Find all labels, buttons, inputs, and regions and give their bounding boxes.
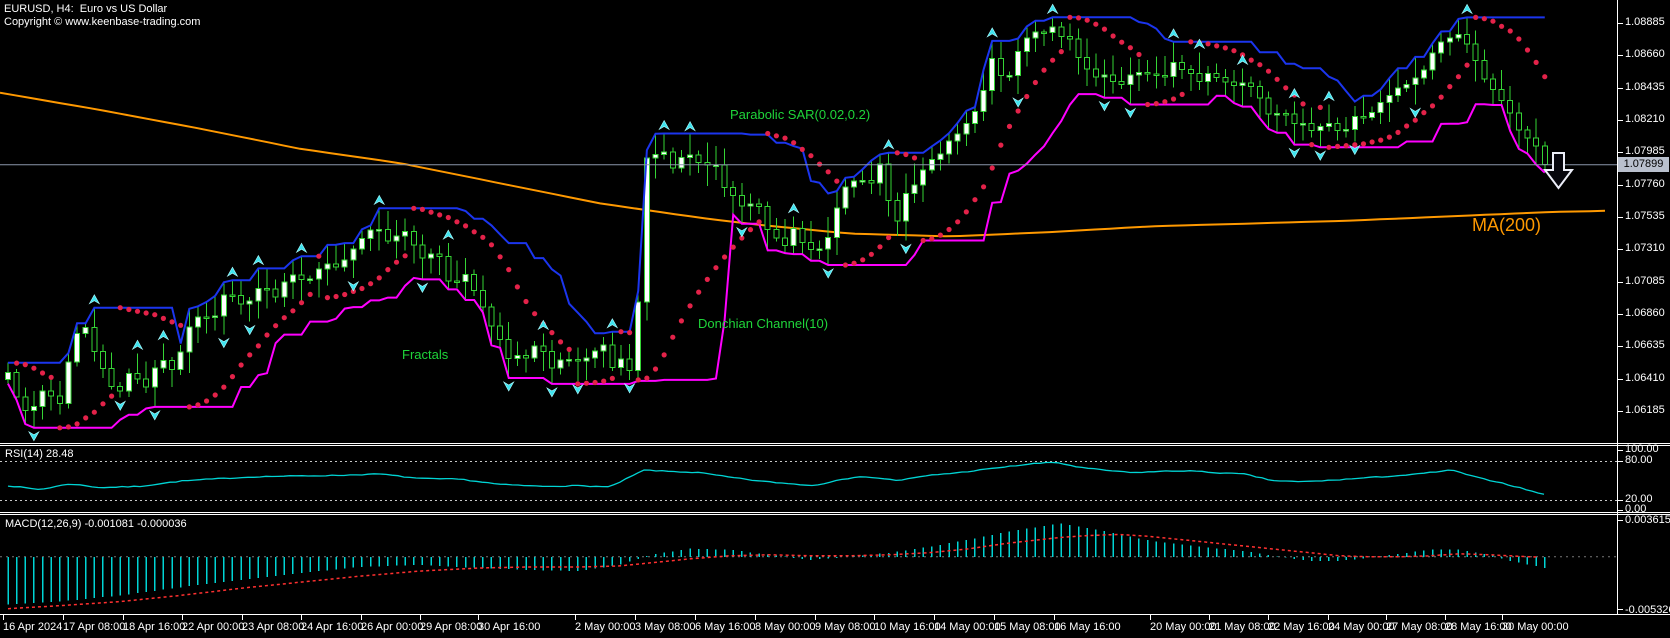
rsi-line — [8, 463, 1544, 495]
time-axis-label: 21 May 08:00 — [1209, 621, 1276, 633]
indicator-axis-label: 0.003615 — [1625, 514, 1670, 526]
price-axis-label: 1.07085 — [1625, 275, 1665, 287]
sell-signal-arrow-icon[interactable] — [1545, 153, 1572, 188]
price-axis-label: 1.06860 — [1625, 307, 1665, 319]
macd-panel-layer[interactable] — [8, 523, 1545, 608]
time-axis-label: 16 Apr 2024 — [3, 621, 62, 633]
time-axis-label: 29 Apr 08:00 — [420, 621, 482, 633]
donchian-lower-line — [8, 94, 1545, 428]
time-axis-label: 24 Apr 16:00 — [301, 621, 363, 633]
time-axis-label: 15 May 08:00 — [994, 621, 1061, 633]
trading-chart-window: EURUSD, H4: Euro vs US Dollar Copyright … — [0, 0, 1670, 638]
time-axis-label: 18 Apr 16:00 — [123, 621, 185, 633]
time-axis-label: 24 May 00:00 — [1328, 621, 1395, 633]
time-axis-label: 30 Apr 16:00 — [478, 621, 540, 633]
price-axis-label: 1.08885 — [1625, 16, 1665, 28]
parabolic-sar-label: Parabolic SAR(0.02,0.2) — [730, 108, 870, 122]
chart-title: EURUSD, H4: Euro vs US Dollar — [4, 3, 167, 15]
macd-histogram — [8, 523, 1545, 604]
rsi-panel-layer[interactable] — [8, 463, 1544, 495]
time-axis-label: 6 May 16:00 — [695, 621, 756, 633]
time-axis-label: 20 May 00:00 — [1150, 621, 1217, 633]
donchian-upper-line — [8, 17, 1545, 362]
macd-signal-line — [8, 535, 1538, 609]
time-axis-label: 10 May 16:00 — [874, 621, 941, 633]
price-axis-label: 1.08435 — [1625, 81, 1665, 93]
indicator-axis-label: -0.005326 — [1625, 604, 1670, 616]
current-price-badge: 1.07899 — [1618, 157, 1669, 172]
time-axis-label: 27 May 08:00 — [1386, 621, 1453, 633]
price-axis-label: 1.07760 — [1625, 178, 1665, 190]
indicator-axis-label: 80.00 — [1625, 454, 1653, 466]
time-axis-label: 14 May 00:00 — [934, 621, 1001, 633]
price-axis-label: 1.07985 — [1625, 145, 1665, 157]
time-axis-label: 22 Apr 00:00 — [182, 621, 244, 633]
copyright-text: Copyright © www.keenbase-trading.com — [4, 16, 200, 28]
time-axis-label: 22 May 16:00 — [1268, 621, 1335, 633]
macd-indicator-label: MACD(12,26,9) -0.001081 -0.000036 — [5, 518, 187, 530]
time-axis-label: 3 May 08:00 — [635, 621, 696, 633]
price-axis-label: 1.06635 — [1625, 339, 1665, 351]
main-chart-layer[interactable] — [0, 4, 1605, 441]
fractals-label: Fractals — [402, 348, 448, 362]
time-axis-label: 16 May 16:00 — [1054, 621, 1121, 633]
time-axis-label: 9 May 08:00 — [815, 621, 876, 633]
rsi-indicator-label: RSI(14) 28.48 — [5, 448, 73, 460]
price-axis-label: 1.06185 — [1625, 404, 1665, 416]
price-axis-label: 1.06410 — [1625, 372, 1665, 384]
price-axis-label: 1.07535 — [1625, 210, 1665, 222]
chart-canvas[interactable] — [0, 0, 1670, 638]
ma200-label: MA(200) — [1472, 216, 1541, 236]
price-axis-label: 1.08210 — [1625, 113, 1665, 125]
time-axis-label: 26 Apr 00:00 — [361, 621, 423, 633]
time-axis-label: 17 Apr 08:00 — [63, 621, 125, 633]
time-axis-label: 30 May 00:00 — [1502, 621, 1569, 633]
donchian-channel-label: Donchian Channel(10) — [698, 317, 828, 331]
time-axis-label: 23 Apr 08:00 — [242, 621, 304, 633]
time-axis-label: 2 May 00:00 — [575, 621, 636, 633]
time-axis-label: 8 May 00:00 — [755, 621, 816, 633]
price-axis-label: 1.07310 — [1625, 242, 1665, 254]
price-axis-label: 1.08660 — [1625, 48, 1665, 60]
